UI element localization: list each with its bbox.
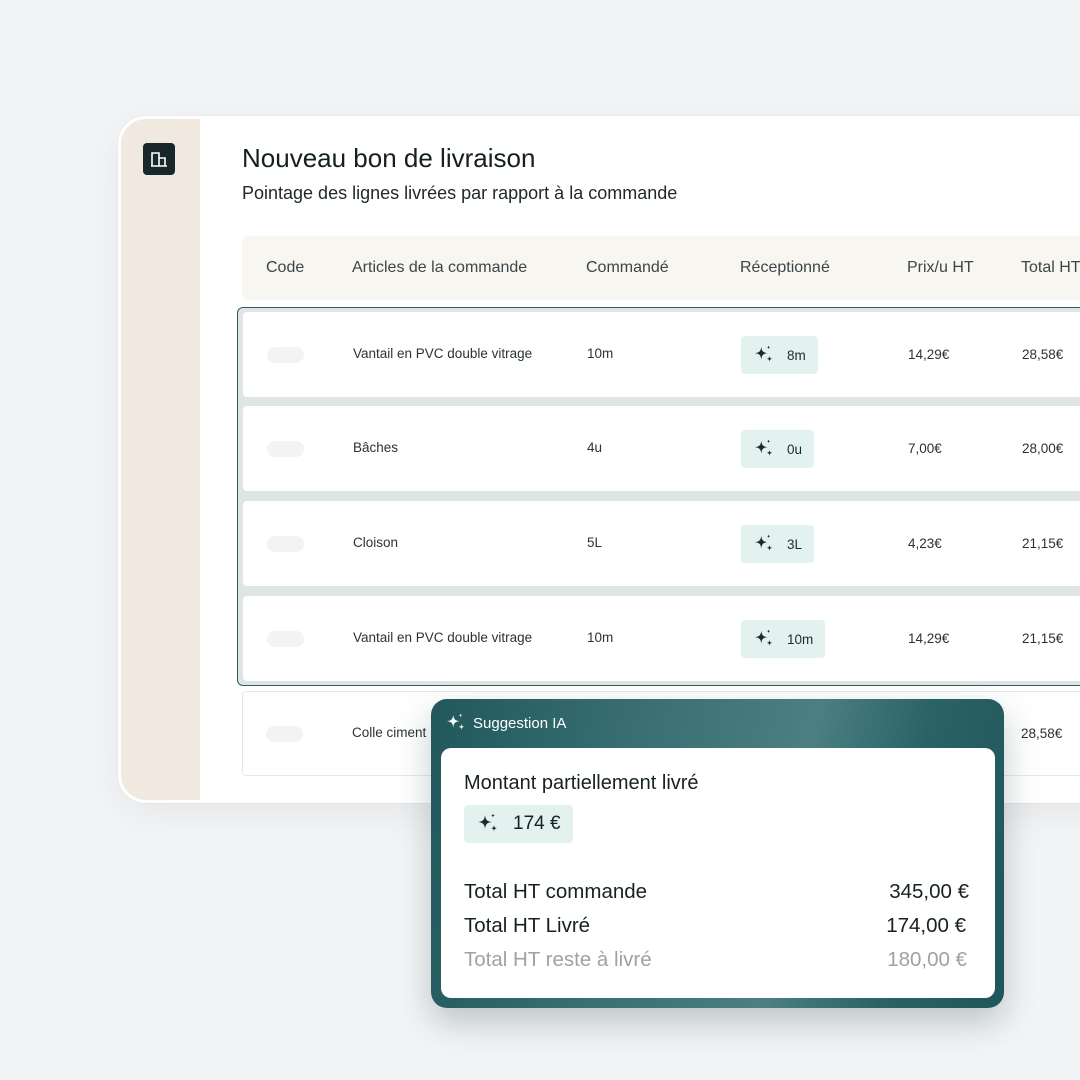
received-quantity-chip[interactable]: 8m [741, 336, 818, 374]
code-placeholder [267, 347, 304, 363]
table-row[interactable]: Cloison 5L 3L 4,23€ 21,15€ [243, 501, 1080, 586]
row-unit-price: 7,00€ [908, 441, 942, 456]
sparkle-icon [754, 439, 773, 456]
ai-suggestion-header: Suggestion IA [445, 712, 566, 734]
received-value: 3L [787, 536, 803, 552]
column-header-received[interactable]: Réceptionné [740, 259, 830, 277]
row-total: 21,15€ [1022, 536, 1064, 551]
selected-rows-group: Vantail en PVC double vitrage 10m 8m 14,… [237, 307, 1080, 686]
ai-suggestion-popover: Suggestion IA Montant partiellement livr… [431, 699, 1004, 1008]
received-quantity-chip[interactable]: 0u [741, 430, 815, 468]
received-value: 8m [787, 347, 806, 363]
suggested-amount: 174 € [513, 813, 561, 834]
ai-suggestion-title: Montant partiellement livré [464, 772, 699, 794]
code-placeholder [266, 726, 303, 742]
row-total: 28,58€ [1022, 347, 1064, 362]
table-row[interactable]: Bâches 4u 0u 7,00€ 28,00€ [243, 406, 1080, 491]
received-quantity-chip[interactable]: 3L [741, 525, 815, 563]
sparkle-icon [754, 629, 773, 646]
row-article: Bâches [353, 440, 399, 455]
row-unit-price: 4,23€ [908, 536, 942, 551]
summary-row-total-order: Total HT commande 345,00 € [464, 880, 969, 904]
summary-value: 180,00 € [887, 948, 967, 971]
building-icon[interactable] [143, 143, 175, 175]
row-ordered: 10m [587, 346, 614, 361]
ai-suggestion-body: Montant partiellement livré 174 € Total … [441, 748, 995, 998]
row-ordered: 5L [587, 535, 603, 550]
row-ordered: 4u [587, 440, 603, 455]
summary-label: Total HT reste à livré [464, 948, 652, 971]
sparkle-icon [478, 813, 498, 832]
column-header-articles[interactable]: Articles de la commande [352, 259, 527, 277]
table-header: Code Articles de la commande Commandé Ré… [242, 236, 1080, 300]
summary-value: 345,00 € [889, 880, 969, 903]
received-quantity-chip[interactable]: 10m [741, 620, 826, 658]
page-subtitle: Pointage des lignes livrées par rapport … [242, 183, 678, 203]
row-total: 28,00€ [1022, 441, 1064, 456]
summary-row-remaining: Total HT reste à livré 180,00 € [464, 948, 967, 972]
column-header-unit-price[interactable]: Prix/u HT [907, 259, 974, 277]
row-article: Colle ciment [352, 725, 427, 740]
column-header-ordered[interactable]: Commandé [586, 259, 669, 277]
sparkle-icon [446, 713, 465, 730]
suggested-amount-chip[interactable]: 174 € [464, 805, 573, 843]
row-ordered: 10m [587, 630, 614, 645]
table-row[interactable]: Vantail en PVC double vitrage 10m 10m 14… [243, 596, 1080, 681]
row-unit-price: 14,29€ [908, 347, 950, 362]
ai-suggestion-label: Suggestion IA [473, 714, 567, 732]
page-title: Nouveau bon de livraison [242, 143, 536, 173]
received-value: 10m [787, 631, 814, 647]
column-header-total[interactable]: Total HT [1021, 259, 1080, 277]
code-placeholder [267, 536, 304, 552]
sparkle-icon [754, 534, 773, 551]
row-unit-price: 14,29€ [908, 631, 950, 646]
sidebar [118, 116, 203, 803]
received-value: 0u [787, 441, 803, 457]
summary-row-total-delivered: Total HT Livré 174,00 € [464, 914, 966, 938]
summary-value: 174,00 € [886, 914, 966, 937]
column-header-code[interactable]: Code [266, 259, 304, 277]
row-total: 21,15€ [1022, 631, 1064, 646]
row-article: Cloison [353, 535, 399, 550]
sparkle-icon [754, 345, 773, 362]
summary-label: Total HT commande [464, 880, 648, 903]
row-article: Vantail en PVC double vitrage [353, 630, 533, 645]
table-row[interactable]: Vantail en PVC double vitrage 10m 8m 14,… [243, 312, 1080, 397]
summary-label: Total HT Livré [464, 914, 591, 937]
row-article: Vantail en PVC double vitrage [353, 346, 533, 361]
code-placeholder [267, 441, 304, 457]
code-placeholder [267, 631, 304, 647]
row-total: 28,58€ [1021, 726, 1063, 741]
